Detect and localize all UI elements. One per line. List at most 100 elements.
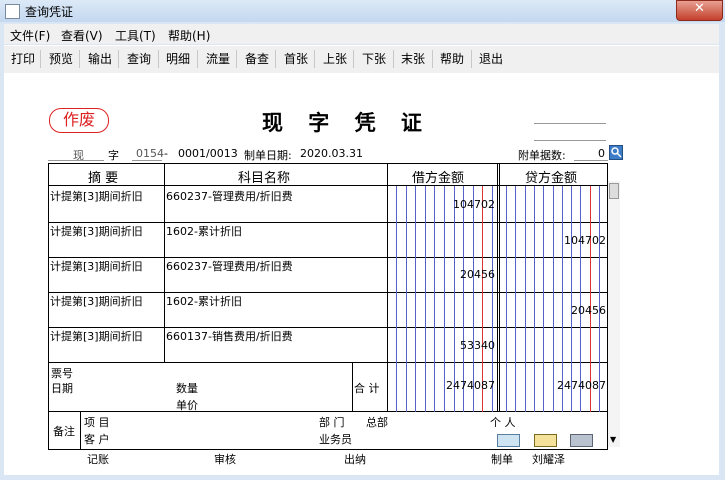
total-debit: 2474087 [446, 379, 495, 392]
row-credit[interactable]: 104702 [501, 234, 606, 247]
row-summary[interactable]: 计提第[3]期间折旧 [50, 223, 143, 239]
voucher-dash: - [164, 147, 168, 160]
menu-tools[interactable]: 工具(T) [115, 27, 156, 44]
row-debit[interactable]: 20456 [389, 268, 495, 281]
col-border [497, 163, 498, 412]
voucher-number-underline [132, 160, 162, 161]
attachments-label: 附单据数: [518, 149, 566, 162]
title-bar: 查询凭证 ✕ [0, 0, 725, 23]
next-button[interactable]: 下张 [361, 49, 387, 69]
total-label: 合 计 [354, 382, 380, 395]
table-scrollbar[interactable]: ▼ [608, 181, 620, 447]
date-label: 制单日期: [244, 149, 292, 162]
void-stamp: 作废 [49, 108, 109, 133]
prev-button[interactable]: 上张 [322, 49, 348, 69]
salesperson-label: 业务员 [319, 433, 352, 446]
row-summary[interactable]: 计提第[3]期间折旧 [50, 293, 143, 309]
toolbar-separator [471, 50, 472, 68]
attachments-underline [574, 160, 608, 161]
toolbar-separator [40, 50, 41, 68]
close-icon: ✕ [694, 1, 705, 16]
col-border [499, 163, 500, 412]
row-account[interactable]: 660237-管理费用/折旧费 [166, 258, 293, 274]
header-credit: 贷方金额 [525, 171, 578, 186]
query-button[interactable]: 查询 [126, 49, 152, 69]
row-summary[interactable]: 计提第[3]期间折旧 [50, 328, 143, 344]
voucher-date[interactable]: 2020.03.31 [300, 147, 363, 160]
department-value[interactable]: 总部 [366, 414, 388, 430]
department-label: 部 门 [319, 416, 345, 429]
voucher-title: 现 字 凭 证 [262, 110, 431, 135]
app-icon [5, 4, 20, 19]
window-title: 查询凭证 [25, 5, 74, 19]
ticket-date-label: 日期 [51, 382, 73, 395]
person-label: 个 人 [490, 416, 516, 429]
col-border [80, 411, 81, 449]
table-left-border [48, 163, 49, 450]
ticket-no-label: 票号 [51, 367, 73, 380]
toolbar-separator [314, 50, 315, 68]
attachment-search-icon[interactable] [609, 145, 623, 160]
maker-label: 制单 [491, 453, 513, 466]
row-account[interactable]: 1602-累计折旧 [166, 293, 242, 309]
notes-tool-icon[interactable] [497, 434, 520, 447]
search-icon [611, 147, 622, 158]
memo-button[interactable]: 备查 [244, 49, 270, 69]
review-label: 审核 [214, 453, 236, 466]
table-top-border [48, 163, 608, 164]
total-credit: 2474087 [557, 379, 606, 392]
row-account[interactable]: 1602-累计折旧 [166, 223, 242, 239]
close-button[interactable]: ✕ [676, 0, 723, 21]
menu-bar: 文件(F) 查看(V) 工具(T) 帮助(H) [4, 24, 719, 44]
voucher-zi-label: 字 [108, 149, 119, 162]
toolbar-separator [118, 50, 119, 68]
bookkeeping-label: 记账 [87, 453, 109, 466]
col-border [352, 362, 353, 412]
unit-price-label: 单价 [176, 399, 198, 412]
row-debit[interactable]: 104702 [389, 198, 495, 211]
row-account[interactable]: 660137-销售费用/折旧费 [166, 328, 293, 344]
row-credit[interactable]: 20456 [501, 304, 606, 317]
export-button[interactable]: 输出 [87, 49, 113, 69]
header-account: 科目名称 [238, 171, 291, 186]
cashier-label: 出纳 [344, 453, 366, 466]
row-summary[interactable]: 计提第[3]期间折旧 [50, 258, 143, 274]
table-bottom-border [48, 449, 608, 450]
menu-file[interactable]: 文件(F) [10, 27, 50, 44]
title-right-line [534, 140, 606, 141]
customer-label: 客 户 [84, 433, 110, 446]
row-debit[interactable]: 53340 [389, 339, 495, 352]
preview-button[interactable]: 预览 [48, 49, 74, 69]
col-border [164, 163, 165, 363]
help-button[interactable]: 帮助 [439, 49, 465, 69]
header-summary: 摘 要 [88, 171, 119, 186]
last-button[interactable]: 末张 [400, 49, 426, 69]
notes-card-icon[interactable] [534, 434, 557, 447]
notes-label: 备注 [53, 425, 75, 438]
voucher-number[interactable]: 0154 [136, 147, 164, 160]
toolbar-separator [432, 50, 433, 68]
print-button[interactable]: 打印 [10, 49, 36, 69]
attachments-count[interactable]: 0 [598, 147, 605, 160]
voucher-type-underline [48, 160, 104, 161]
scroll-down-icon[interactable]: ▼ [610, 435, 616, 444]
toolbar-separator [236, 50, 237, 68]
col-border [387, 163, 388, 412]
cashflow-button[interactable]: 流量 [205, 49, 231, 69]
detail-button[interactable]: 明细 [165, 49, 191, 69]
row-summary[interactable]: 计提第[3]期间折旧 [50, 188, 143, 204]
scroll-thumb[interactable] [609, 183, 619, 199]
toolbar-separator [197, 50, 198, 68]
row-account[interactable]: 660237-管理费用/折旧费 [166, 188, 293, 204]
toolbar-separator [158, 50, 159, 68]
toolbar-separator [79, 50, 80, 68]
first-button[interactable]: 首张 [283, 49, 309, 69]
maker-name: 刘耀泽 [532, 453, 565, 466]
project-label: 项 目 [84, 416, 110, 429]
notes-edit-icon[interactable] [570, 434, 593, 447]
toolbar-separator [275, 50, 276, 68]
menu-view[interactable]: 查看(V) [61, 27, 103, 44]
menu-help[interactable]: 帮助(H) [168, 27, 210, 44]
exit-button[interactable]: 退出 [478, 49, 504, 69]
toolbar-separator [353, 50, 354, 68]
